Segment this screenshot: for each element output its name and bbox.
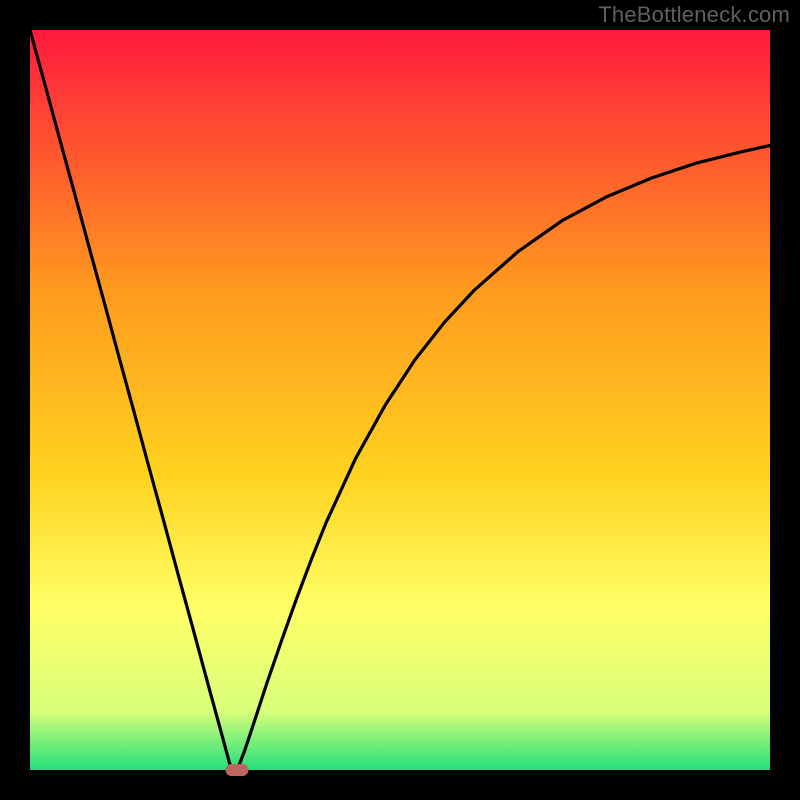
optimal-marker [226,764,249,776]
background-gradient [30,30,770,770]
chart-frame: TheBottleneck.com [0,0,800,800]
plot-area [30,30,770,770]
attribution-text: TheBottleneck.com [598,2,790,28]
